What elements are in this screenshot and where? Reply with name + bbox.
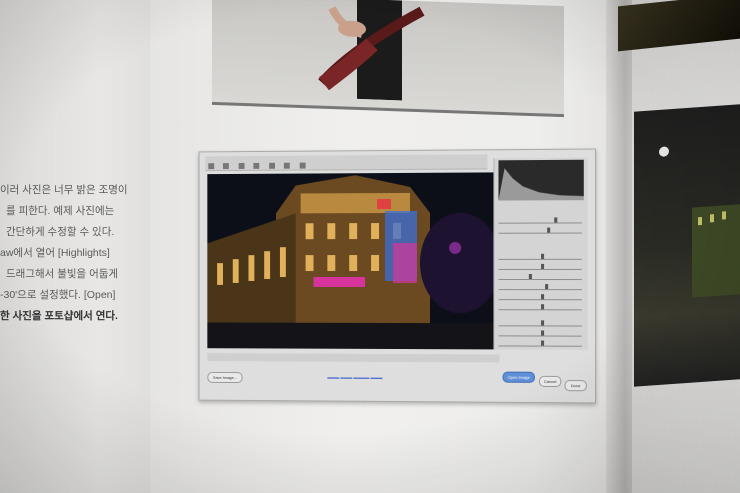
text-line: 드래그해서 불빛을 어둡게 [6,268,119,280]
building-night-photo [207,172,500,350]
save-image-button[interactable]: Save Image... [207,371,243,384]
building-illustration [207,172,500,350]
shadows-slider[interactable] [498,284,582,291]
adjustment-panel [493,157,588,350]
cancel-button[interactable]: Cancel [539,375,562,388]
white-balance-tool-icon [238,162,245,169]
blacks-slider[interactable] [498,304,582,311]
brush-tool-icon [284,162,291,169]
text-line: -30'으로 설정했다. [Open] [0,289,116,301]
hand-tool-icon [223,163,230,170]
crop-tool-icon [253,162,260,169]
camera-raw-screenshot: Save Image... ▬▬▬ ▬▬▬ ▬▬▬▬ ▬▬▬ Open Imag… [198,148,597,404]
right-photo-scene [659,146,740,298]
text-line: 한 사진을 포토샵에서 연다. [0,310,118,322]
tint-slider[interactable] [498,227,582,234]
histogram [498,159,584,201]
camera-raw-toolbar [205,154,488,172]
text-line: aw에서 열어 [Highlights] [0,247,110,259]
zoom-tool-icon [208,163,215,170]
saturation-slider[interactable] [498,340,582,347]
rotate-icon [299,162,306,169]
done-button[interactable]: Done [564,380,587,392]
text-line: 이러 사진은 너무 밝은 조명이 [0,184,128,196]
contrast-slider[interactable] [498,263,582,270]
text-line: 간단하게 수정할 수 있다. [6,226,115,238]
highlights-slider[interactable] [498,273,582,281]
temperature-slider[interactable] [498,217,582,224]
workflow-options-link[interactable]: ▬▬▬ ▬▬▬ ▬▬▬▬ ▬▬▬ [327,375,382,380]
clarity-slider[interactable] [498,320,582,327]
right-page-photo [634,104,740,387]
straighten-tool-icon [268,162,275,169]
book-body-text: 이러 사진은 너무 밝은 조명이 를 피한다. 예제 사진에는 간단하게 수정할… [0,180,150,327]
vibrance-slider[interactable] [498,330,582,337]
zoom-status-bar [207,353,500,363]
open-image-button[interactable]: Open Image [502,371,535,383]
guitarist-figure [318,0,425,101]
guitarist-photo [212,0,564,118]
whites-slider[interactable] [498,294,582,301]
histogram-graph [498,167,584,201]
text-line: 를 피한다. 예제 사진에는 [6,205,115,217]
exposure-slider[interactable] [498,253,582,260]
